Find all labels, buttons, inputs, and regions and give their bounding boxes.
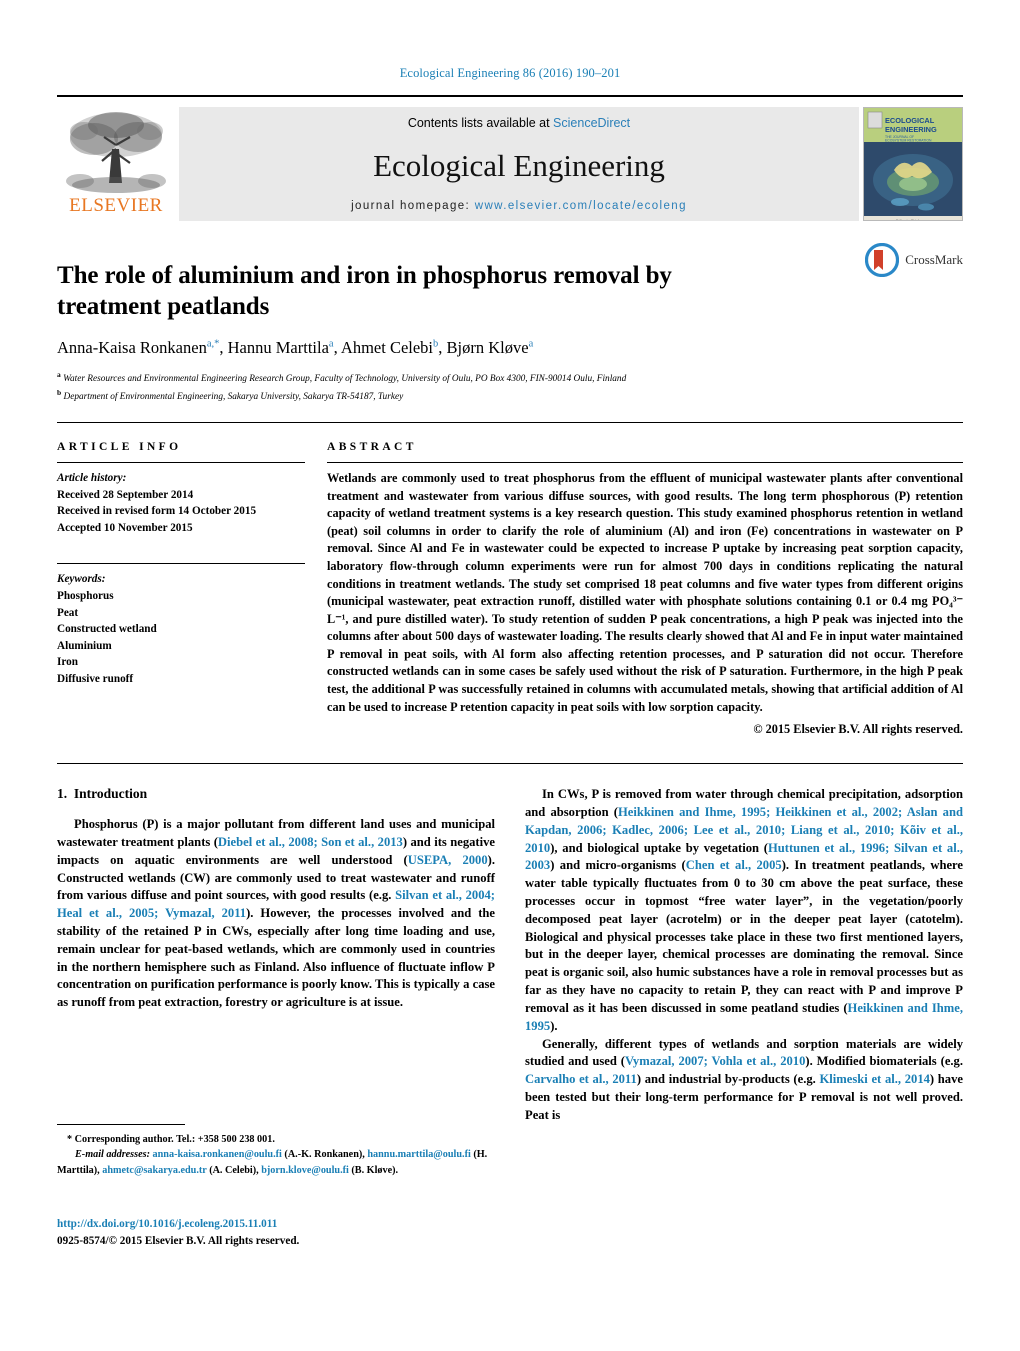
affiliation-a: a Water Resources and Environmental Engi… [57,370,627,385]
affiliation-b-text: Department of Environmental Engineering,… [63,392,404,403]
crossmark-label: CrossMark [905,252,963,267]
history-accepted: Accepted 10 November 2015 [57,521,193,534]
cover-art-icon: ECOLOGICAL ENGINEERING THE JOURNAL OF EC… [864,108,962,220]
svg-text:ECOLOGICAL: ECOLOGICAL [885,116,935,125]
doi-block: http://dx.doi.org/10.1016/j.ecoleng.2015… [57,1216,493,1250]
keyword-item: Diffusive runoff [57,672,134,685]
affiliations: a Water Resources and Environmental Engi… [57,369,963,405]
introduction-heading: 1. Introduction [57,786,495,802]
intro-paragraph-right-1: In CWs, P is removed from water through … [525,787,963,1033]
elsevier-wordmark: ELSEVIER [69,195,163,216]
footnote-area: * Corresponding author. Tel.: +358 500 2… [57,1124,493,1178]
svg-text:ENGINEERING: ENGINEERING [885,125,937,134]
contents-prefix: Contents lists available at [407,116,554,130]
doi-link[interactable]: http://dx.doi.org/10.1016/j.ecoleng.2015… [57,1218,277,1230]
email-addresses-note: E-mail addresses: anna-kaisa.ronkanen@ou… [57,1149,488,1176]
journal-homepage-line: journal homepage: www.elsevier.com/locat… [351,200,687,212]
section-number: 1. [57,786,68,802]
journal-cover-thumbnail[interactable]: ECOLOGICAL ENGINEERING THE JOURNAL OF EC… [863,107,963,221]
abstract-rule [327,462,963,464]
page-title: The role of aluminium and iron in phosph… [57,262,672,320]
affiliation-a-text: Water Resources and Environmental Engine… [63,374,627,385]
affiliation-b: b Department of Environmental Engineerin… [57,388,404,403]
keyword-item: Constructed wetland [57,623,157,636]
abstract-text: Wetlands are commonly used to treat phos… [327,471,963,714]
article-info-rule [57,462,305,464]
doi-link-row: http://dx.doi.org/10.1016/j.ecoleng.2015… [57,1216,493,1233]
keywords-block: Keywords: Phosphorus Peat Constructed we… [57,563,305,687]
sciencedirect-link[interactable]: ScienceDirect [553,116,630,130]
abstract-copyright: © 2015 Elsevier B.V. All rights reserved… [753,722,963,737]
journal-band: Contents lists available at ScienceDirec… [179,107,859,221]
section-label: Introduction [73,786,148,802]
crossmark-badge[interactable]: CrossMark [865,243,963,277]
info-abstract-region: ARTICLE INFO Article history: Received 2… [57,423,963,737]
svg-text:ECOSYSTEM RESTORATION: ECOSYSTEM RESTORATION [885,139,932,143]
article-info-heading: ARTICLE INFO [57,441,182,454]
keywords-rule [57,563,305,565]
journal-masthead: ELSEVIER Contents lists available at Sci… [57,95,963,221]
article-info-column: ARTICLE INFO Article history: Received 2… [57,441,305,737]
corresponding-author-note: * Corresponding author. Tel.: +358 500 2… [67,1134,275,1145]
abstract-column: ABSTRACT Wetlands are commonly used to t… [327,441,963,737]
author-list: Anna-Kaisa Ronkanena,*, Hannu Marttilaa,… [57,338,534,357]
keyword-item: Phosphorus [57,589,114,602]
body-column-left: 1. Introduction Phosphorus (P) is a majo… [57,786,495,1124]
keyword-item: Aluminium [57,639,112,652]
body-column-right: In CWs, P is removed from water through … [525,786,963,1124]
title-block: CrossMark The role of aluminium and iron… [57,221,963,405]
body-columns: 1. Introduction Phosphorus (P) is a majo… [57,764,963,1124]
keyword-item: Peat [57,606,79,619]
history-received: Received 28 September 2014 [57,488,194,501]
footnote-rule [57,1124,185,1125]
elsevier-tree-icon [66,112,166,193]
article-history-label: Article history: [57,472,127,485]
crossmark-icon [865,243,900,277]
keyword-item: Iron [57,656,78,669]
homepage-prefix: journal homepage: [351,199,475,212]
abstract-heading: ABSTRACT [327,441,417,454]
history-revised: Received in revised form 14 October 2015 [57,505,257,518]
journal-article-page: Ecological Engineering 86 (2016) 190–201 [0,0,1020,1351]
running-head: Ecological Engineering 86 (2016) 190–201 [399,66,621,80]
issn-copyright: 0925-8574/© 2015 Elsevier B.V. All right… [57,1234,300,1247]
elsevier-logo: ELSEVIER [57,107,175,221]
keywords-label: Keywords: [57,573,106,586]
journal-title: Ecological Engineering [373,147,665,183]
intro-paragraph-right-2: Generally, different types of wetlands a… [525,1036,964,1122]
journal-homepage-link[interactable]: www.elsevier.com/locate/ecoleng [475,200,687,212]
contents-available-line: Contents lists available at ScienceDirec… [408,116,630,130]
intro-paragraph-left: Phosphorus (P) is a major pollutant from… [57,817,495,1010]
